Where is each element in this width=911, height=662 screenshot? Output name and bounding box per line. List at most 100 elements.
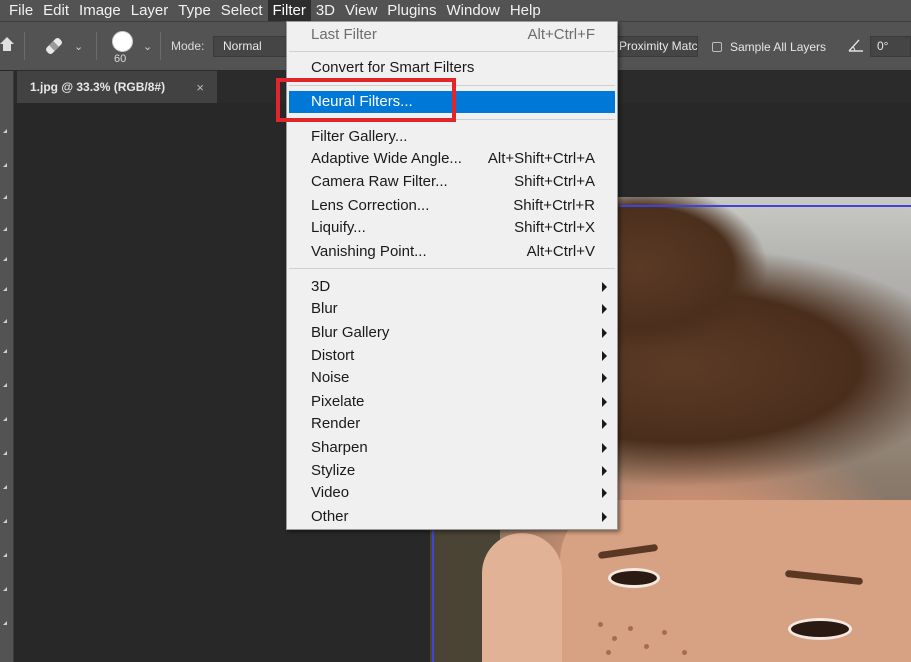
menu-window[interactable]: Window bbox=[441, 0, 504, 21]
menu-view[interactable]: View bbox=[340, 0, 382, 21]
menu-item-vanishing-point[interactable]: Vanishing Point... Alt+Ctrl+V bbox=[289, 241, 615, 263]
menu-item-stylize[interactable]: Stylize bbox=[289, 460, 615, 482]
tool-group-icon[interactable] bbox=[3, 451, 7, 455]
guide-line bbox=[620, 205, 911, 207]
tool-group-icon[interactable] bbox=[3, 163, 7, 167]
menu-item-noise[interactable]: Noise bbox=[289, 367, 615, 389]
chevron-down-icon[interactable]: ⌄ bbox=[74, 40, 83, 53]
tool-group-icon[interactable] bbox=[3, 195, 7, 199]
photo-freckle bbox=[628, 626, 633, 631]
menu-3d[interactable]: 3D bbox=[311, 0, 340, 21]
menu-item-label: Last Filter bbox=[311, 26, 377, 43]
menu-item-other[interactable]: Other bbox=[289, 506, 615, 528]
menu-item-liquify[interactable]: Liquify... Shift+Ctrl+X bbox=[289, 217, 615, 239]
menu-item-convert-smart-filters[interactable]: Convert for Smart Filters bbox=[289, 57, 615, 79]
menu-item-shortcut: Alt+Ctrl+V bbox=[526, 243, 595, 260]
menu-item-3d[interactable]: 3D bbox=[289, 276, 615, 298]
menu-item-shortcut: Shift+Ctrl+R bbox=[513, 197, 595, 214]
menu-image[interactable]: Image bbox=[74, 0, 126, 21]
menu-item-label: Noise bbox=[311, 369, 350, 386]
menu-item-shortcut: Alt+Shift+Ctrl+A bbox=[487, 150, 595, 167]
photo-freckle bbox=[598, 622, 603, 627]
menu-plugins[interactable]: Plugins bbox=[382, 0, 441, 21]
chevron-down-icon[interactable]: ⌄ bbox=[143, 40, 152, 53]
menu-item-lens-correction[interactable]: Lens Correction... Shift+Ctrl+R bbox=[289, 195, 615, 217]
menu-item-label: Video bbox=[311, 484, 350, 501]
menu-item-shortcut: Shift+Ctrl+A bbox=[514, 173, 595, 190]
menu-file[interactable]: File bbox=[0, 0, 38, 21]
menu-separator bbox=[289, 51, 615, 52]
submenu-arrow-icon bbox=[602, 397, 607, 407]
tool-group-icon[interactable] bbox=[3, 383, 7, 387]
tool-group-icon[interactable] bbox=[3, 485, 7, 489]
menu-help[interactable]: Help bbox=[505, 0, 546, 21]
menu-type[interactable]: Type bbox=[173, 0, 216, 21]
tool-group-icon[interactable] bbox=[3, 587, 7, 591]
menu-item-pixelate[interactable]: Pixelate bbox=[289, 391, 615, 413]
menu-item-blur-gallery[interactable]: Blur Gallery bbox=[289, 322, 615, 344]
tool-group-icon[interactable] bbox=[3, 349, 7, 353]
menu-item-adaptive-wide-angle[interactable]: Adaptive Wide Angle... Alt+Shift+Ctrl+A bbox=[289, 148, 615, 170]
submenu-arrow-icon bbox=[602, 304, 607, 314]
submenu-arrow-icon bbox=[602, 443, 607, 453]
menu-item-label: Liquify... bbox=[311, 219, 366, 236]
tool-group-icon[interactable] bbox=[3, 129, 7, 133]
menu-item-label: Distort bbox=[311, 347, 355, 364]
menu-separator bbox=[289, 268, 615, 269]
submenu-arrow-icon bbox=[602, 419, 607, 429]
photo-eye bbox=[608, 568, 660, 588]
tool-group-icon[interactable] bbox=[3, 417, 7, 421]
document-tab[interactable]: 1.jpg @ 33.3% (RGB/8#) × bbox=[17, 71, 217, 103]
menu-item-label: Sharpen bbox=[311, 439, 368, 456]
menu-layer[interactable]: Layer bbox=[126, 0, 174, 21]
menu-item-render[interactable]: Render bbox=[289, 413, 615, 435]
menu-edit[interactable]: Edit bbox=[38, 0, 74, 21]
menu-item-label: Camera Raw Filter... bbox=[311, 173, 448, 190]
menu-item-label: Blur Gallery bbox=[311, 324, 390, 341]
tool-group-icon[interactable] bbox=[3, 621, 7, 625]
menu-item-label: Other bbox=[311, 508, 349, 525]
tool-group-icon[interactable] bbox=[3, 257, 7, 261]
menu-item-filter-gallery[interactable]: Filter Gallery... bbox=[289, 126, 615, 148]
tool-group-icon[interactable] bbox=[3, 553, 7, 557]
spot-healing-brush-icon[interactable] bbox=[42, 34, 66, 63]
brush-preview[interactable] bbox=[112, 31, 133, 52]
menu-filter[interactable]: Filter bbox=[267, 0, 311, 21]
photo-freckle bbox=[682, 650, 687, 655]
brush-size-label: 60 bbox=[114, 53, 127, 65]
photo-freckle bbox=[606, 650, 611, 655]
divider bbox=[160, 32, 161, 60]
submenu-arrow-icon bbox=[602, 351, 607, 361]
photo-eye bbox=[788, 618, 852, 640]
menu-item-label: Adaptive Wide Angle... bbox=[311, 150, 462, 167]
menu-item-video[interactable]: Video bbox=[289, 482, 615, 504]
filter-menu: Last Filter Alt+Ctrl+F Convert for Smart… bbox=[286, 21, 618, 530]
angle-input[interactable]: 0° bbox=[870, 36, 911, 57]
angle-icon bbox=[848, 38, 864, 57]
close-icon[interactable]: × bbox=[196, 71, 204, 104]
menu-select[interactable]: Select bbox=[216, 0, 268, 21]
tool-group-icon[interactable] bbox=[3, 519, 7, 523]
menu-item-blur[interactable]: Blur bbox=[289, 298, 615, 320]
tool-group-icon[interactable] bbox=[3, 319, 7, 323]
photo-hand bbox=[482, 533, 562, 662]
menu-item-label: Neural Filters... bbox=[311, 93, 413, 110]
menu-separator bbox=[289, 85, 615, 86]
menu-item-label: Render bbox=[311, 415, 361, 432]
toolbar-strip bbox=[0, 71, 14, 662]
menu-item-neural-filters[interactable]: Neural Filters... bbox=[289, 91, 615, 113]
menu-item-label: Stylize bbox=[311, 462, 356, 479]
menu-item-camera-raw-filter[interactable]: Camera Raw Filter... Shift+Ctrl+A bbox=[289, 171, 615, 193]
mode-label: Mode: bbox=[171, 39, 205, 53]
menu-item-label: Vanishing Point... bbox=[311, 243, 427, 260]
divider bbox=[96, 32, 97, 60]
menu-item-sharpen[interactable]: Sharpen bbox=[289, 437, 615, 459]
proximity-match-label: Proximity Match bbox=[619, 39, 698, 53]
menu-item-label: Pixelate bbox=[311, 393, 365, 410]
menu-item-distort[interactable]: Distort bbox=[289, 345, 615, 367]
tool-group-icon[interactable] bbox=[3, 287, 7, 291]
submenu-arrow-icon bbox=[602, 488, 607, 498]
tool-group-icon[interactable] bbox=[3, 227, 7, 231]
home-icon[interactable] bbox=[0, 36, 14, 57]
sample-all-layers-checkbox[interactable] bbox=[712, 42, 722, 52]
